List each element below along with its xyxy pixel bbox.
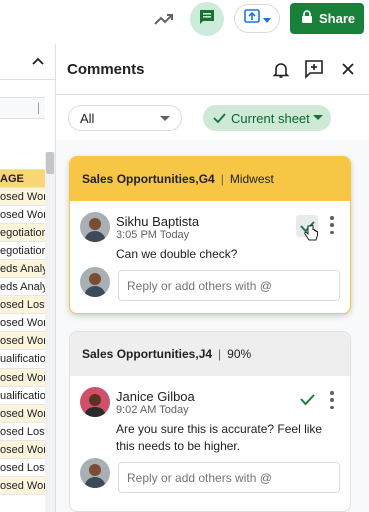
avatar [80,212,110,242]
reply-input[interactable] [118,462,340,493]
share-button[interactable]: Share [290,3,364,34]
sheet-cell[interactable]: osed Wor [0,206,45,225]
spreadsheet-area: AGE osed Wor osed Wor egotiatior egotiatior… [0,44,55,512]
column-header[interactable] [0,97,45,119]
avatar [80,387,110,417]
sheet-cell[interactable]: egotiatior [0,224,45,243]
comment-body: Are you sure this is accurate? Feel like… [116,422,323,453]
thread-header: Sales Opportunities,G4 | Midwest [70,157,350,201]
dropdown-caret-icon [313,115,323,120]
comment-author: Sikhu Baptista [116,214,200,229]
sheet-cell[interactable]: osed Wor [0,440,45,459]
add-comment-icon[interactable] [304,59,324,79]
comment-timestamp: 9:02 AM Today [116,404,189,416]
sheet-cell[interactable]: ualificatio [0,350,45,369]
chevron-down-icon [263,10,271,28]
hand-cursor-icon [304,224,318,241]
filter-all-label: All [80,110,95,126]
thread-cell-reference: Sales Opportunities,G4 [82,172,215,186]
panel-divider [56,94,369,95]
more-options-icon[interactable] [329,391,335,409]
comment-body: Can we double check? [116,247,238,261]
sheet-cell[interactable]: osed Wor [0,188,45,207]
sheet-cell-header[interactable]: AGE [0,170,45,189]
avatar [80,458,110,488]
sheet-cell[interactable]: osed Wor [0,314,45,333]
lock-icon [300,10,314,27]
sheet-header-bar [0,44,55,80]
thread-cell-reference: Sales Opportunities,J4 [82,347,213,361]
top-toolbar: Share [0,0,369,44]
sheet-cell[interactable]: osed Wor [0,368,45,387]
sheet-empty-rows [0,119,45,170]
sheet-cell[interactable]: eds Analy [0,278,45,297]
scrollbar-thumb[interactable] [46,152,54,174]
explore-trending-icon[interactable] [151,6,177,32]
comments-toggle-button[interactable] [190,2,224,36]
close-icon[interactable] [340,61,356,77]
sheet-cell[interactable]: osed Wor [0,404,45,423]
avatar [80,267,110,297]
chevron-up-icon[interactable] [31,54,45,68]
check-icon [213,111,226,126]
separator: | [218,347,222,361]
sheet-cell[interactable]: egotiatior [0,242,45,261]
sheet-cell[interactable]: osed Lost [0,296,45,315]
thread-cell-value: Midwest [229,172,274,186]
sheet-cell[interactable]: osed Wor [0,332,45,351]
sheet-cell[interactable]: osed Wor [0,476,45,495]
comment-author: Janice Gilboa [116,389,195,404]
sheet-cell[interactable]: ualificatio [0,387,45,405]
resolve-check-icon[interactable] [296,388,318,410]
present-button[interactable] [234,4,280,33]
present-icon [244,9,260,28]
share-label: Share [319,11,356,26]
filter-current-sheet-chip[interactable]: Current sheet [203,105,331,131]
thread-header: Sales Opportunities,J4 | 90% [70,332,350,376]
comment-timestamp: 3:05 PM Today [116,229,190,241]
comment-icon [198,8,216,31]
sheet-cell[interactable]: eds Analy [0,260,45,279]
thread-cell-value: 90% [227,347,252,361]
panel-title: Comments [67,61,145,78]
bell-icon[interactable] [272,61,290,79]
filter-all-dropdown[interactable]: All [68,105,182,131]
reply-input[interactable] [118,270,340,301]
comments-panel: Comments All Current sheet Sales Opportu… [55,44,369,512]
sheet-cells: AGE osed Wor osed Wor egotiatior egotiatior… [0,170,45,495]
comment-thread-card[interactable]: Sales Opportunities,G4 | Midwest Sikhu B… [69,156,351,314]
separator: | [220,172,224,186]
sheet-cell[interactable]: osed Lost [0,459,45,477]
comment-thread-card[interactable]: Sales Opportunities,J4 | 90% Janice Gilb… [69,331,351,512]
sheet-cell[interactable]: osed Lost [0,423,45,441]
filter-sheet-label: Current sheet [231,110,310,126]
sheet-scrollbar[interactable] [45,152,55,512]
dropdown-caret-icon [160,116,170,121]
more-options-icon[interactable] [329,216,335,234]
